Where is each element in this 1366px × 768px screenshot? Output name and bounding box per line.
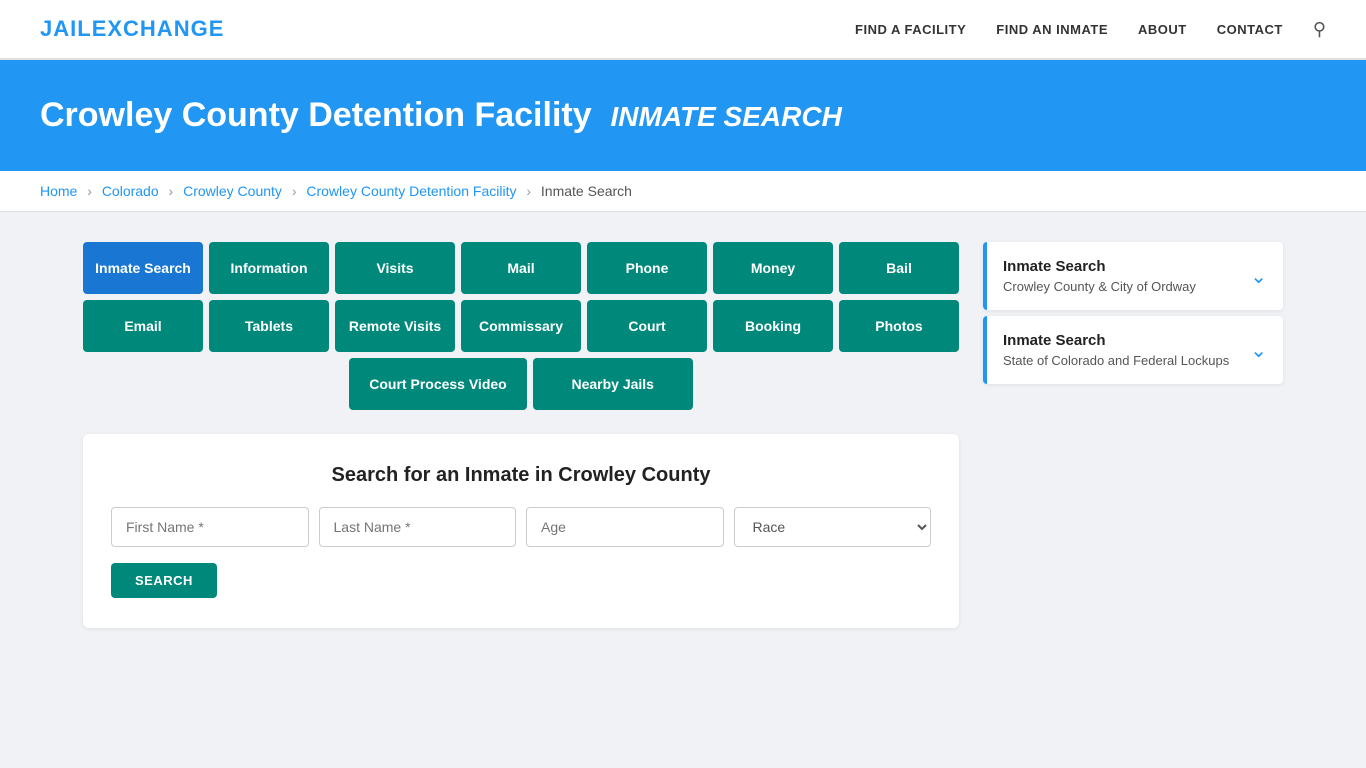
sidebar-item-1-text: Inmate Search Crowley County & City of O… — [1003, 258, 1196, 294]
btn-email[interactable]: Email — [83, 300, 203, 352]
hero-banner: Crowley County Detention Facility INMATE… — [0, 60, 1366, 171]
btn-phone[interactable]: Phone — [587, 242, 707, 294]
sidebar-item-1-title: Inmate Search — [1003, 258, 1196, 275]
search-icon-button[interactable]: ⚲ — [1313, 19, 1326, 40]
hero-title: Crowley County Detention Facility INMATE… — [40, 96, 1326, 135]
btn-court-process-video[interactable]: Court Process Video — [349, 358, 526, 410]
breadcrumb-facility[interactable]: Crowley County Detention Facility — [306, 183, 516, 199]
last-name-input[interactable] — [319, 507, 517, 547]
sidebar-card-1: Inmate Search Crowley County & City of O… — [983, 242, 1283, 310]
search-fields: Race White Black Hispanic Asian Native A… — [111, 507, 931, 547]
btn-commissary[interactable]: Commissary — [461, 300, 581, 352]
breadcrumb-colorado[interactable]: Colorado — [102, 183, 159, 199]
btn-mail[interactable]: Mail — [461, 242, 581, 294]
site-header: JAILEXCHANGE FIND A FACILITY FIND AN INM… — [0, 0, 1366, 60]
first-name-input[interactable] — [111, 507, 309, 547]
nav-buttons-row1: Inmate Search Information Visits Mail Ph… — [83, 242, 959, 294]
nav-buttons-row2: Email Tablets Remote Visits Commissary C… — [83, 300, 959, 352]
logo-exchange: EXCHANGE — [92, 16, 225, 41]
nav-about[interactable]: ABOUT — [1138, 22, 1187, 37]
nav-buttons-row3: Court Process Video Nearby Jails — [83, 358, 959, 410]
btn-money[interactable]: Money — [713, 242, 833, 294]
breadcrumb-sep-3: › — [292, 183, 297, 199]
search-form-title: Search for an Inmate in Crowley County — [111, 464, 931, 487]
nav-find-inmate[interactable]: FIND AN INMATE — [996, 22, 1108, 37]
main-content: Inmate Search Information Visits Mail Ph… — [43, 212, 1323, 658]
chevron-down-icon-2: ⌄ — [1250, 338, 1267, 363]
sidebar-item-1[interactable]: Inmate Search Crowley County & City of O… — [983, 242, 1283, 310]
btn-booking[interactable]: Booking — [713, 300, 833, 352]
search-submit-button[interactable]: SEARCH — [111, 563, 217, 598]
btn-nearby-jails[interactable]: Nearby Jails — [533, 358, 693, 410]
breadcrumb-sep-4: › — [526, 183, 531, 199]
btn-remote-visits[interactable]: Remote Visits — [335, 300, 455, 352]
nav-find-facility[interactable]: FIND A FACILITY — [855, 22, 966, 37]
hero-title-sub: INMATE SEARCH — [611, 101, 842, 132]
sidebar-card-2: Inmate Search State of Colorado and Fede… — [983, 316, 1283, 384]
hero-title-main: Crowley County Detention Facility — [40, 96, 592, 134]
logo-jail: JAIL — [40, 16, 92, 41]
sidebar-item-2[interactable]: Inmate Search State of Colorado and Fede… — [983, 316, 1283, 384]
sidebar-item-2-subtitle: State of Colorado and Federal Lockups — [1003, 353, 1229, 368]
content-left: Inmate Search Information Visits Mail Ph… — [83, 242, 959, 628]
main-nav: FIND A FACILITY FIND AN INMATE ABOUT CON… — [855, 19, 1326, 40]
sidebar: Inmate Search Crowley County & City of O… — [983, 242, 1283, 390]
breadcrumb-sep-1: › — [87, 183, 92, 199]
site-logo[interactable]: JAILEXCHANGE — [40, 16, 224, 42]
nav-contact[interactable]: CONTACT — [1217, 22, 1283, 37]
btn-tablets[interactable]: Tablets — [209, 300, 329, 352]
search-form-box: Search for an Inmate in Crowley County R… — [83, 434, 959, 628]
sidebar-item-1-subtitle: Crowley County & City of Ordway — [1003, 279, 1196, 294]
btn-information[interactable]: Information — [209, 242, 329, 294]
breadcrumb-current: Inmate Search — [541, 183, 632, 199]
age-input[interactable] — [526, 507, 724, 547]
breadcrumb: Home › Colorado › Crowley County › Crowl… — [0, 171, 1366, 212]
btn-bail[interactable]: Bail — [839, 242, 959, 294]
race-select[interactable]: Race White Black Hispanic Asian Native A… — [734, 507, 932, 547]
btn-inmate-search[interactable]: Inmate Search — [83, 242, 203, 294]
btn-visits[interactable]: Visits — [335, 242, 455, 294]
breadcrumb-home[interactable]: Home — [40, 183, 77, 199]
btn-photos[interactable]: Photos — [839, 300, 959, 352]
breadcrumb-sep-2: › — [169, 183, 174, 199]
chevron-down-icon-1: ⌄ — [1250, 264, 1267, 289]
sidebar-item-2-title: Inmate Search — [1003, 332, 1229, 349]
btn-court[interactable]: Court — [587, 300, 707, 352]
sidebar-item-2-text: Inmate Search State of Colorado and Fede… — [1003, 332, 1229, 368]
breadcrumb-county[interactable]: Crowley County — [183, 183, 282, 199]
